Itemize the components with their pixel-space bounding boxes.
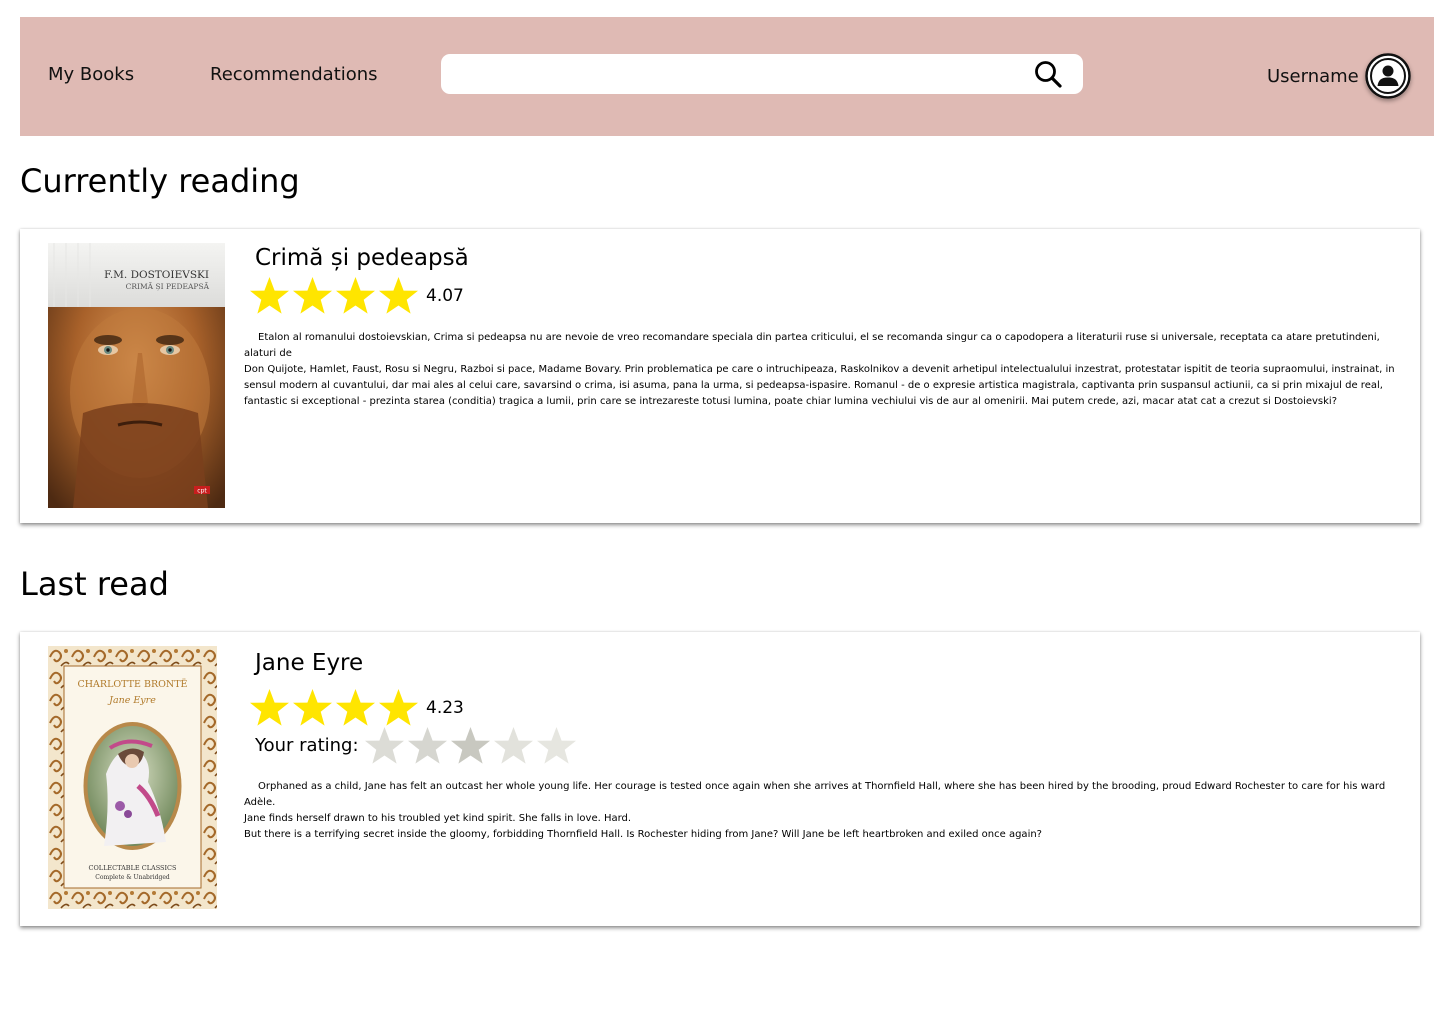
cover-author-text: F.M. DOSTOIEVSKI [104, 269, 209, 281]
rate-3-star-icon[interactable] [449, 724, 492, 766]
star-filled-icon [379, 689, 418, 726]
book-cover-crima-si-pedeapsa[interactable]: F.M. DOSTOIEVSKI CRIMĂ ȘI PEDEAPSĂ cpt [48, 243, 225, 508]
average-rating-value: 4.23 [426, 698, 464, 718]
cover-title-text: Jane Eyre [107, 695, 156, 706]
last-read-heading: Last read [20, 565, 169, 603]
last-read-book-card: CHARLOTTE BRONTË Jane Eyre COLLECTABLE C… [20, 632, 1420, 926]
cover-edition-text: Complete & Unabridged [95, 874, 170, 881]
cover-series-text: COLLECTABLE CLASSICS [88, 864, 176, 872]
average-rating-value: 4.07 [426, 286, 464, 306]
star-filled-icon [336, 277, 375, 314]
your-rating-label: Your rating: [255, 734, 359, 756]
star-filled-icon [336, 689, 375, 726]
nav-my-books-link[interactable]: My Books [48, 64, 134, 85]
rate-5-star-icon[interactable] [535, 724, 578, 766]
currently-reading-book-card: F.M. DOSTOIEVSKI CRIMĂ ȘI PEDEAPSĂ cpt C… [20, 229, 1420, 523]
book-description: Etalon al romanului dostoievskian, Crima… [244, 332, 1395, 407]
rate-1-star-icon[interactable] [363, 724, 406, 766]
book-title[interactable]: Jane Eyre [255, 650, 363, 676]
top-navigation-bar: My Books Recommendations Username [20, 17, 1434, 136]
search-input[interactable] [455, 60, 1025, 88]
rate-4-star-icon[interactable] [492, 724, 535, 766]
book-cover-jane-eyre[interactable]: CHARLOTTE BRONTË Jane Eyre COLLECTABLE C… [48, 646, 217, 909]
cover-publisher-logo: cpt [197, 488, 207, 495]
your-rating-widget: Your rating: [255, 724, 578, 766]
star-filled-icon [379, 277, 418, 314]
star-filled-icon [293, 277, 332, 314]
rate-2-star-icon[interactable] [406, 724, 449, 766]
star-filled-icon [250, 277, 289, 314]
star-filled-icon [250, 689, 289, 726]
book-description: Orphaned as a child, Jane has felt an ou… [244, 781, 1386, 840]
search-icon[interactable] [1033, 59, 1063, 89]
average-rating-stars: 4.07 [248, 274, 464, 316]
cover-title-text: CRIMĂ ȘI PEDEAPSĂ [126, 282, 210, 291]
book-title[interactable]: Crimă și pedeapsă [255, 245, 469, 271]
star-filled-icon [293, 689, 332, 726]
user-avatar-icon[interactable] [1365, 53, 1411, 99]
username-label[interactable]: Username [1267, 66, 1359, 87]
search-bar [441, 54, 1083, 94]
nav-recommendations-link[interactable]: Recommendations [210, 64, 378, 85]
average-rating-stars: 4.23 [248, 686, 464, 728]
cover-author-text: CHARLOTTE BRONTË [78, 678, 188, 690]
currently-reading-heading: Currently reading [20, 162, 300, 200]
